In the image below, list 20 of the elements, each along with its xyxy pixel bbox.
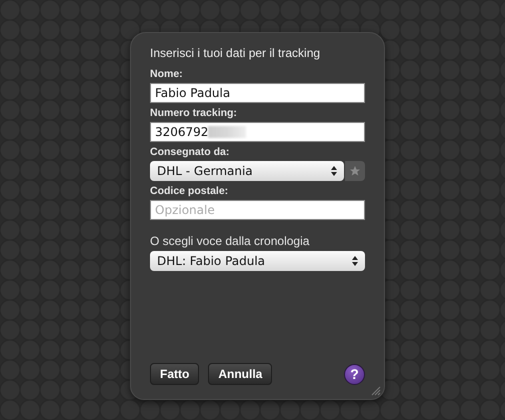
field-label: Consegnato da: [150,146,230,158]
stepper-arrows-icon [331,166,337,176]
redaction-block [208,126,246,138]
favorite-button[interactable] [345,161,365,181]
field-label: Codice postale: [150,185,230,197]
field-label: Nome: [150,68,184,80]
text-field[interactable]: Opzionale [150,200,365,220]
history-label: O scegli voce dalla cronologia [150,234,310,248]
resize-grip-icon[interactable] [369,384,381,396]
help-button[interactable]: ? [344,364,365,384]
field-label: Numero tracking: [150,107,238,119]
dialog-button[interactable]: Annulla [208,363,272,385]
stepper-arrows-icon [352,256,358,266]
dialog-button[interactable]: Fatto [150,363,200,385]
history-dropdown[interactable]: DHL: Fabio Padula [150,251,365,271]
star-icon [349,165,361,177]
text-field[interactable]: 3206792 [150,122,365,142]
text-field[interactable]: Fabio Padula [150,83,365,103]
carrier-dropdown[interactable]: DHL - Germania [150,161,344,181]
dialog-title: Inserisci i tuoi dati per il tracking [150,46,322,60]
